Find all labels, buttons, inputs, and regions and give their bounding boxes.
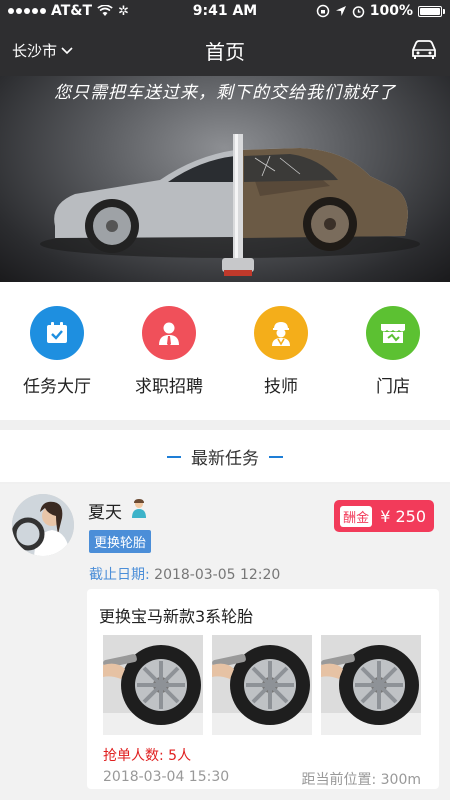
divider-left xyxy=(167,455,181,458)
task-calendar-icon xyxy=(30,306,84,360)
menu-label: 技师 xyxy=(264,377,298,397)
reward-label: 酬金 xyxy=(340,505,373,527)
battery-icon xyxy=(418,5,445,17)
store-icon xyxy=(366,306,420,360)
page-title: 首页 xyxy=(205,40,245,64)
task-photo[interactable] xyxy=(212,635,312,735)
deadline-value: 2018-03-05 12:20 xyxy=(154,567,281,583)
location-arrow-icon xyxy=(335,6,346,16)
menu-label: 求职招聘 xyxy=(135,377,203,397)
nav-bar: 长沙市 首页 xyxy=(0,24,450,76)
deadline-label: 截止日期: xyxy=(89,567,150,583)
task-title: 更换宝马新款3系轮胎 xyxy=(99,607,254,626)
deadline: 截止日期: 2018-03-05 12:20 xyxy=(89,564,280,584)
battery-percent: 100% xyxy=(369,3,413,19)
status-bar: AT&T ✲ 9:41 AM 100% xyxy=(0,0,450,24)
task-card[interactable]: 夏天 更换轮胎 酬金 ¥ 250 截止日期: 2018-03-05 12:20 … xyxy=(0,484,450,800)
divider-right xyxy=(269,455,283,458)
reward-amount: ¥ 250 xyxy=(380,506,426,526)
recruit-person-icon xyxy=(142,306,196,360)
menu-technician[interactable]: 技师 xyxy=(225,306,337,397)
latest-tasks-header: 最新任务 xyxy=(0,430,450,482)
banner-caption: 您只需把车送过来，剩下的交给我们就好了 xyxy=(54,83,396,103)
technician-icon xyxy=(254,306,308,360)
avatar[interactable] xyxy=(12,494,74,556)
menu-label: 门店 xyxy=(376,377,410,397)
reward-badge: 酬金 ¥ 250 xyxy=(334,500,434,532)
task-detail-card[interactable]: 更换宝马新款3系轮胎 抢单人数: 5人 2018-03-04 15:30 距当前… xyxy=(87,589,439,789)
posted-time: 2018-03-04 15:30 xyxy=(103,769,230,785)
rotation-lock-icon xyxy=(316,4,329,18)
alarm-icon xyxy=(352,5,364,18)
menu-store[interactable]: 门店 xyxy=(337,306,449,397)
user-name: 夏天 xyxy=(88,503,122,523)
task-photo[interactable] xyxy=(103,635,203,735)
task-category-tag: 更换轮胎 xyxy=(89,530,152,553)
section-title: 最新任务 xyxy=(191,449,259,469)
quick-menu: 任务大厅 求职招聘 技师 门店 xyxy=(0,282,450,420)
menu-recruitment[interactable]: 求职招聘 xyxy=(113,306,225,397)
task-photo[interactable] xyxy=(321,635,421,735)
distance: 距当前位置: 300m xyxy=(301,772,421,788)
menu-task-hall[interactable]: 任务大厅 xyxy=(1,306,113,397)
worker-icon xyxy=(130,498,148,522)
menu-label: 任务大厅 xyxy=(23,377,91,397)
car-icon[interactable] xyxy=(410,38,438,64)
banner-car-image xyxy=(40,134,420,276)
promo-banner[interactable]: 您只需把车送过来，剩下的交给我们就好了 xyxy=(0,76,450,282)
grab-count: 抢单人数: 5人 xyxy=(103,748,192,764)
